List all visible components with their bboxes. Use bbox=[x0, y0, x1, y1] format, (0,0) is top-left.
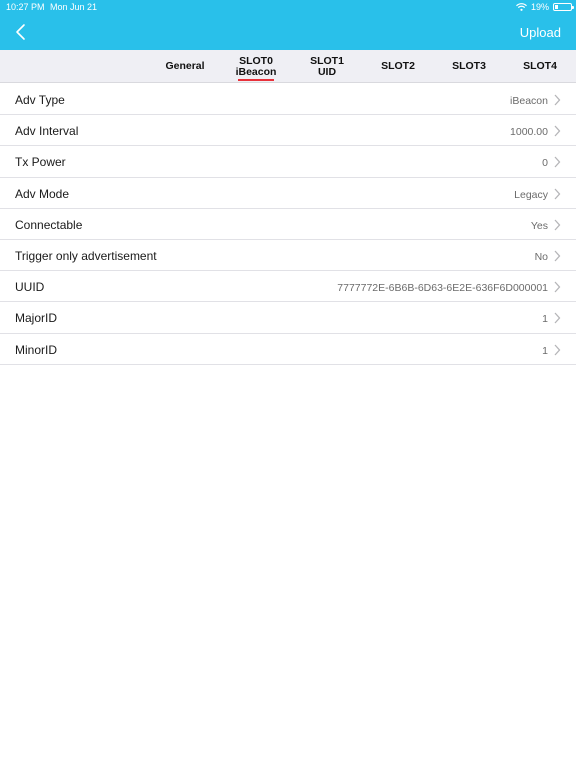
tab-slot0[interactable]: SLOT0 iBeacon bbox=[226, 50, 286, 83]
status-time: 10:27 PM bbox=[6, 2, 45, 12]
setting-label: Adv Interval bbox=[15, 124, 79, 139]
setting-row-connectable[interactable]: Connectable Yes bbox=[0, 209, 576, 240]
status-date: Mon Jun 21 bbox=[50, 2, 98, 12]
setting-value: Legacy bbox=[514, 188, 548, 201]
tab-slot3[interactable]: SLOT3 bbox=[439, 50, 499, 83]
active-tab-indicator bbox=[238, 79, 274, 81]
chevron-right-icon bbox=[554, 312, 561, 324]
back-button[interactable] bbox=[12, 22, 32, 42]
setting-label: Adv Type bbox=[15, 93, 65, 107]
setting-label: Tx Power bbox=[15, 155, 66, 170]
setting-value: Yes bbox=[530, 219, 548, 232]
battery-level bbox=[555, 5, 558, 9]
chevron-right-icon bbox=[554, 219, 561, 231]
tab-label: SLOT4 bbox=[523, 60, 557, 72]
chevron-right-icon bbox=[554, 156, 561, 168]
setting-value: 7777772E-6B6B-6D63-6E2E-636F6D000001 bbox=[337, 282, 548, 295]
setting-row-adv-interval[interactable]: Adv Interval 1000.00 bbox=[0, 115, 576, 147]
battery-percentage: 19% bbox=[530, 2, 549, 12]
setting-label: Adv Mode bbox=[15, 186, 70, 201]
setting-label: MinorID bbox=[15, 342, 58, 357]
setting-value: 1000.00 bbox=[510, 126, 548, 139]
setting-label: Connectable bbox=[15, 217, 83, 232]
tab-general[interactable]: General bbox=[156, 50, 214, 83]
upload-button[interactable]: Upload bbox=[520, 25, 561, 40]
battery-icon bbox=[553, 3, 574, 11]
setting-label: Trigger only advertisement bbox=[15, 248, 157, 263]
setting-row-adv-mode[interactable]: Adv Mode Legacy bbox=[0, 178, 576, 209]
tab-label: General bbox=[165, 60, 205, 72]
setting-value: 0 bbox=[542, 157, 548, 170]
setting-value: 1 bbox=[542, 313, 548, 326]
wifi-icon bbox=[516, 3, 527, 11]
setting-label: MajorID bbox=[15, 311, 58, 326]
setting-row-minor-id[interactable]: MinorID 1 bbox=[0, 334, 576, 365]
slot-tabs: General SLOT0 iBeacon SLOT1 UID SLOT2 SL… bbox=[0, 50, 576, 83]
chevron-right-icon bbox=[554, 125, 561, 137]
tab-sublabel: iBeacon bbox=[235, 65, 277, 78]
tab-slot2[interactable]: SLOT2 bbox=[368, 50, 428, 83]
tab-label: SLOT1 bbox=[310, 54, 344, 67]
setting-row-major-id[interactable]: MajorID 1 bbox=[0, 302, 576, 334]
settings-list: Adv Type iBeacon Adv Interval 1000.00 Tx… bbox=[0, 84, 576, 365]
tab-slot4[interactable]: SLOT4 bbox=[510, 50, 570, 83]
setting-label: UUID bbox=[15, 280, 45, 295]
chevron-right-icon bbox=[554, 250, 561, 262]
setting-value: iBeacon bbox=[510, 95, 548, 107]
nav-bar: 10:27 PM Mon Jun 21 19% Upload bbox=[0, 0, 576, 50]
setting-value: 1 bbox=[542, 344, 548, 357]
tab-label: SLOT2 bbox=[381, 60, 415, 72]
setting-row-trigger-only-advertisement[interactable]: Trigger only advertisement No bbox=[0, 240, 576, 272]
tab-sublabel: UID bbox=[317, 65, 337, 78]
status-bar: 10:27 PM Mon Jun 21 19% bbox=[0, 0, 576, 14]
status-indicators: 19% bbox=[516, 2, 574, 12]
tab-label: SLOT0 bbox=[239, 54, 273, 67]
battery-cap bbox=[572, 6, 574, 9]
setting-row-uuid[interactable]: UUID 7777772E-6B6B-6D63-6E2E-636F6D00000… bbox=[0, 271, 576, 303]
chevron-right-icon bbox=[554, 188, 561, 199]
chevron-right-icon bbox=[554, 344, 561, 355]
setting-row-adv-type[interactable]: Adv Type iBeacon bbox=[0, 84, 576, 116]
chevron-right-icon bbox=[554, 94, 561, 106]
tab-label: SLOT3 bbox=[452, 60, 486, 72]
setting-value: No bbox=[534, 250, 548, 263]
chevron-right-icon bbox=[554, 281, 561, 293]
tab-slot1[interactable]: SLOT1 UID bbox=[297, 50, 357, 83]
setting-row-tx-power[interactable]: Tx Power 0 bbox=[0, 146, 576, 178]
